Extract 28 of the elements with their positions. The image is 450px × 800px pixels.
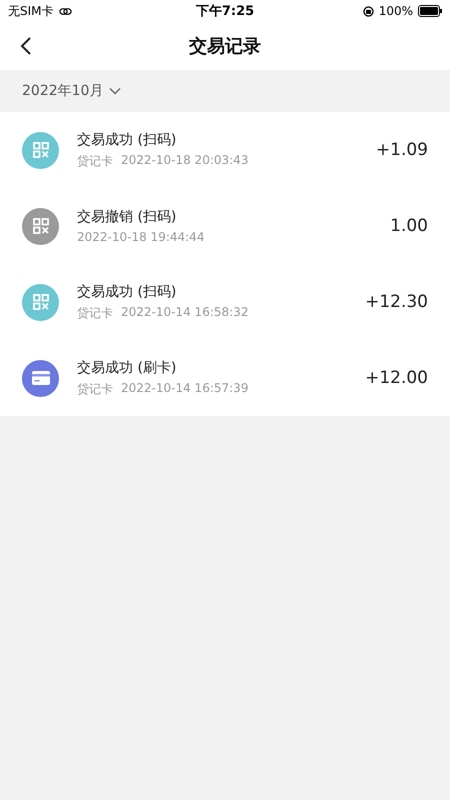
transaction-title: 交易成功 (刷卡) [77,358,178,376]
transaction-title: 交易成功 (扫码) [77,282,178,300]
transaction-amount: +1.09 [376,140,428,160]
transaction-datetime: 2022-10-14 16:57:39 [121,380,248,396]
chevron-down-icon [109,87,122,95]
transaction-datetime: 2022-10-18 20:03:43 [121,152,248,168]
qr-code-icon [32,142,48,158]
transaction-amount: 1.00 [390,216,428,236]
battery-icon [418,5,442,17]
battery-percent: 100% [378,4,413,18]
page-title: 交易记录 [189,35,261,58]
transaction-datetime: 2022-10-18 19:44:44 [77,230,204,244]
card-type: 贷记卡 [77,152,113,170]
card-icon [32,371,50,385]
card-type: 贷记卡 [77,380,113,398]
transaction-title: 交易成功 (扫码) [77,130,178,148]
qr-code-icon [32,294,48,310]
card-type: 贷记卡 [77,304,113,322]
transaction-amount: +12.30 [365,292,428,312]
link-icon [58,6,72,16]
back-icon [20,36,32,56]
status-time: 下午7:25 [196,3,254,20]
qr-code-icon [32,218,48,234]
transaction-amount: +12.00 [365,368,428,388]
transaction-title: 交易撤销 (扫码) [77,208,178,226]
transaction-datetime: 2022-10-14 16:58:32 [121,304,248,320]
carrier-text: 无SIM卡 [8,2,54,20]
rotation-lock-icon [362,6,374,16]
